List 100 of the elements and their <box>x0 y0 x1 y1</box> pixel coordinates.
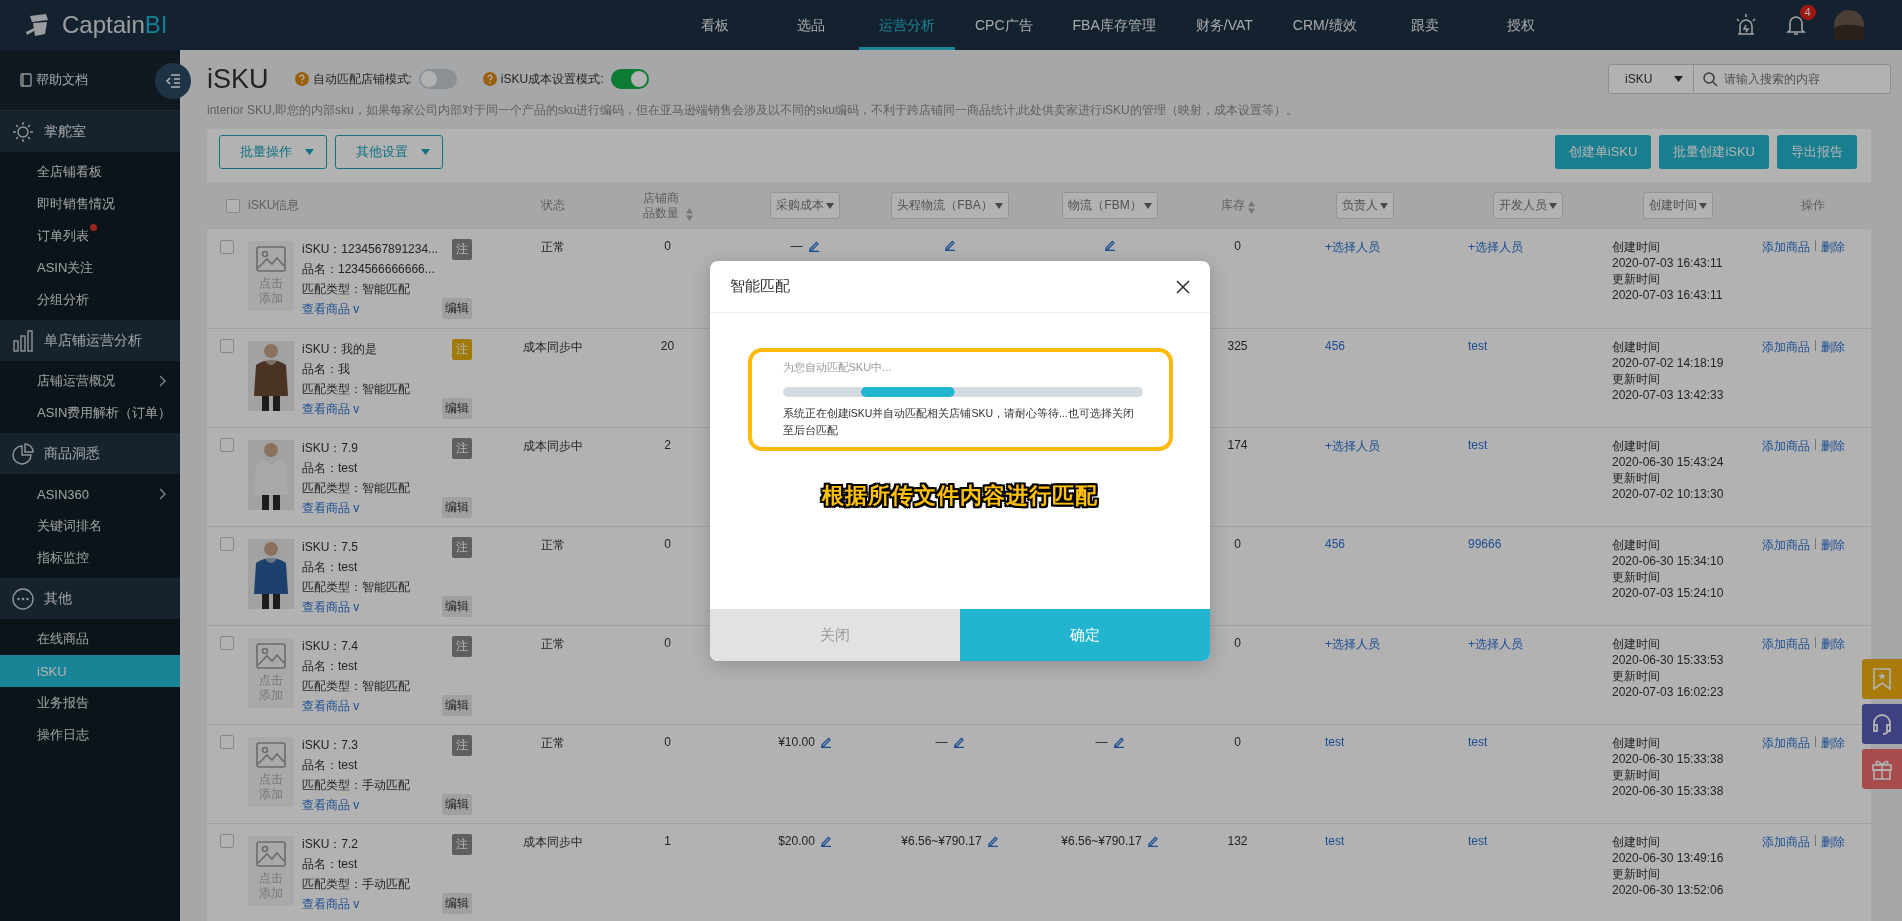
gift-button[interactable] <box>1862 749 1902 789</box>
row-checkbox[interactable] <box>220 239 234 254</box>
sidebar-item[interactable]: 全店铺看板 <box>0 156 180 188</box>
help-icon[interactable] <box>482 72 497 86</box>
search-scope-select[interactable]: iSKU <box>1608 64 1694 94</box>
sidebar-item[interactable]: 即时销售情况 <box>0 188 180 220</box>
sidebar-item[interactable]: 指标监控 <box>0 542 180 574</box>
sidebar-item[interactable]: 关键词排名 <box>0 510 180 542</box>
column-filter[interactable]: 物流（FBM） <box>1062 192 1158 219</box>
owner-link[interactable]: test <box>1325 734 1345 749</box>
sidebar-item[interactable]: 店铺运营概况 <box>0 365 180 397</box>
sidebar-item[interactable]: 订单列表 <box>0 220 180 252</box>
caret-icon[interactable] <box>1380 202 1388 209</box>
collapse-sidebar-button[interactable] <box>155 63 191 99</box>
row-action-link[interactable]: 删除 <box>1821 240 1845 254</box>
sidebar-item[interactable]: ASIN360 <box>0 478 180 510</box>
developer-link[interactable]: test <box>1468 338 1488 353</box>
caret-icon[interactable] <box>1548 202 1557 209</box>
row-checkbox[interactable] <box>220 339 234 354</box>
sort-icon[interactable] <box>685 207 693 221</box>
note-tag[interactable]: 注 <box>452 239 472 260</box>
developer-link[interactable]: test <box>1468 437 1488 452</box>
view-products-link[interactable]: 查看商品 v <box>302 695 434 716</box>
sidebar-section[interactable]: 商品洞悉 <box>0 433 180 474</box>
view-products-link[interactable]: 查看商品 v <box>302 893 434 914</box>
developer-link[interactable]: test <box>1468 734 1488 749</box>
bookmark-button[interactable] <box>1862 659 1902 699</box>
row-checkbox[interactable] <box>220 735 234 750</box>
headset-icon[interactable] <box>1871 712 1893 736</box>
nav-tab[interactable]: 财务/VAT <box>1175 0 1273 50</box>
row-action-link[interactable]: 删除 <box>1821 339 1845 354</box>
sidebar-item[interactable]: 操作日志 <box>0 719 180 751</box>
pencil-icon[interactable] <box>807 240 820 252</box>
action-button[interactable]: 导出报告 <box>1777 135 1857 169</box>
nav-tab[interactable]: 运营分析 <box>859 0 955 50</box>
row-action-link[interactable]: 删除 <box>1821 438 1845 453</box>
row-action-link[interactable]: 添加商品 <box>1762 537 1810 552</box>
sidebar-section[interactable]: 单店铺运营分析 <box>0 320 180 361</box>
column-filter[interactable]: 创建时间 <box>1642 192 1713 219</box>
note-tag[interactable]: 注 <box>452 437 472 459</box>
caret-icon[interactable] <box>826 202 834 209</box>
dropdown-button[interactable]: 批量操作 <box>219 135 327 169</box>
nav-tab[interactable]: FBA库存管理 <box>1052 0 1176 50</box>
row-action-link[interactable]: 添加商品 <box>1762 240 1810 254</box>
owner-link[interactable]: +选择人员 <box>1325 636 1380 651</box>
toggle-switch[interactable] <box>418 69 457 89</box>
column-filter[interactable]: 负责人 <box>1336 192 1394 219</box>
select-all-checkbox[interactable] <box>226 198 240 213</box>
note-tag[interactable]: 注 <box>452 536 472 558</box>
owner-link[interactable]: +选择人员 <box>1325 240 1380 254</box>
row-checkbox[interactable] <box>220 537 234 552</box>
nav-tab[interactable]: 授权 <box>1472 0 1569 50</box>
sidebar-item[interactable]: ASIN关注 <box>0 252 180 284</box>
row-checkbox[interactable] <box>220 636 234 651</box>
edit-button[interactable]: 编辑 <box>442 793 472 815</box>
gift-icon[interactable] <box>1871 758 1893 780</box>
sidebar-item[interactable]: 业务报告 <box>0 687 180 719</box>
toggle-switch[interactable] <box>610 69 649 89</box>
pencil-icon[interactable] <box>1146 834 1159 847</box>
pencil-icon[interactable] <box>952 735 965 748</box>
row-action-link[interactable]: 添加商品 <box>1762 834 1810 849</box>
bell-icon[interactable] <box>1785 14 1806 36</box>
caret-icon[interactable] <box>1698 202 1707 209</box>
developer-link[interactable]: +选择人员 <box>1468 636 1523 651</box>
search-field[interactable]: 请输入搜索的内容 <box>1694 64 1891 94</box>
avatar[interactable] <box>1833 10 1864 40</box>
edit-button[interactable]: 编辑 <box>442 595 472 617</box>
pencil-icon[interactable] <box>986 834 999 847</box>
row-action-link[interactable]: 删除 <box>1821 636 1845 651</box>
pencil-icon[interactable] <box>1112 735 1125 748</box>
view-products-link[interactable]: 查看商品 v <box>302 596 434 617</box>
edit-button[interactable]: 编辑 <box>442 694 472 716</box>
sidebar-section[interactable]: 掌舵室 <box>0 111 180 152</box>
edit-button[interactable]: 编辑 <box>442 892 472 914</box>
caret-icon[interactable] <box>1674 76 1683 82</box>
confirm-button[interactable]: 确定 <box>960 609 1210 661</box>
sidebar-item[interactable]: ASIN费用解析（订单） <box>0 397 180 429</box>
sidebar-item[interactable]: iSKU <box>0 655 180 687</box>
row-action-link[interactable]: 添加商品 <box>1762 339 1810 354</box>
column-filter[interactable]: 开发人员 <box>1492 192 1563 219</box>
developer-link[interactable]: +选择人员 <box>1468 240 1523 254</box>
row-action-link[interactable]: 删除 <box>1821 735 1845 750</box>
column-filter[interactable]: 头程物流（FBA） <box>891 192 1009 219</box>
row-checkbox[interactable] <box>220 834 234 849</box>
column-filter[interactable]: 采购成本 <box>770 192 840 219</box>
developer-link[interactable]: 99666 <box>1468 536 1502 551</box>
sort-icon[interactable] <box>1247 201 1255 214</box>
image-icon[interactable] <box>256 246 286 272</box>
edit-button[interactable]: 编辑 <box>442 397 472 419</box>
image-icon[interactable] <box>256 840 286 867</box>
nav-tab[interactable]: 选品 <box>763 0 859 50</box>
view-products-link[interactable]: 查看商品 v <box>302 299 434 319</box>
note-tag[interactable]: 注 <box>452 635 472 657</box>
owner-link[interactable]: +选择人员 <box>1325 438 1380 453</box>
sidebar-item[interactable]: 在线商品 <box>0 623 180 655</box>
sidebar-section[interactable]: 其他 <box>0 578 180 619</box>
image-icon[interactable] <box>256 741 286 768</box>
row-action-link[interactable]: 删除 <box>1821 834 1845 849</box>
edit-button[interactable]: 编辑 <box>442 496 472 518</box>
row-action-link[interactable]: 删除 <box>1821 537 1845 552</box>
